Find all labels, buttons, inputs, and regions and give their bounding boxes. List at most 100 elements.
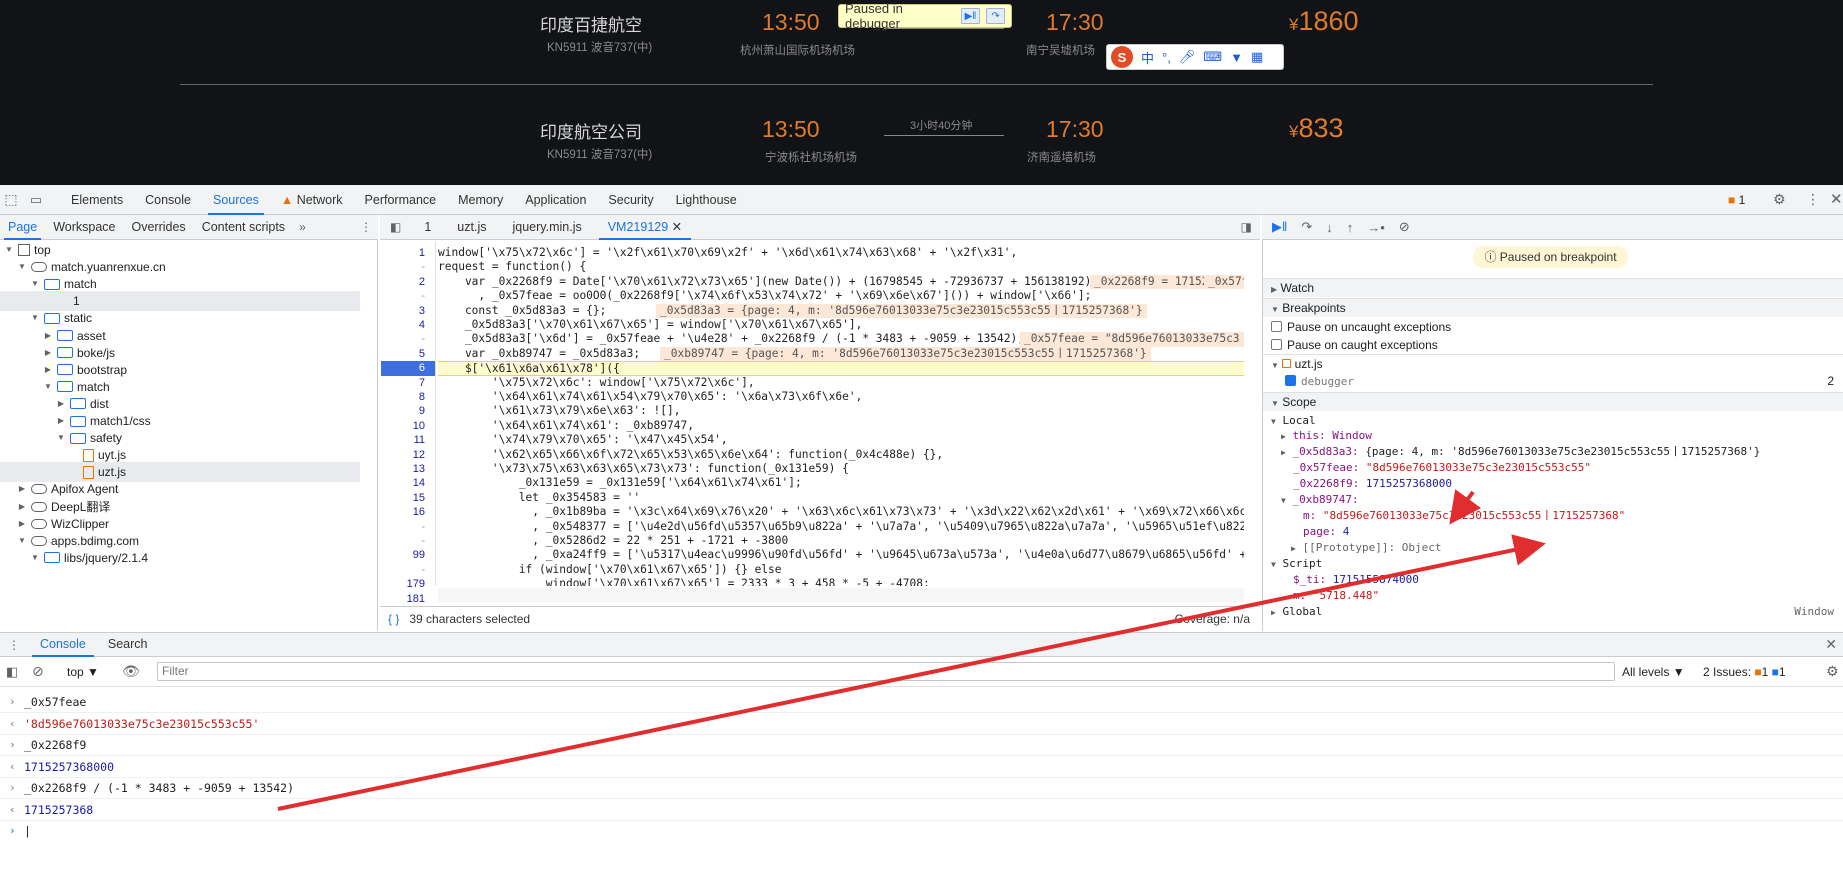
line-number[interactable]: 16 [413, 505, 425, 519]
line-number[interactable]: 99 [413, 548, 425, 562]
nav-tab-overrides[interactable]: Overrides [124, 215, 194, 240]
console-prompt[interactable]: › | [0, 820, 1843, 842]
editor-tab-1[interactable]: 1 [411, 215, 444, 240]
line-number[interactable]: 5 [419, 347, 425, 361]
console-input-row[interactable]: › _0x2268f9 / (-1 * 3483 + -9059 + 13542) [0, 777, 1843, 799]
tab-application[interactable]: Application [514, 185, 597, 215]
scope-global-header[interactable]: ▶ Global Window [1263, 602, 1843, 621]
line-number[interactable]: - [421, 563, 425, 577]
step-over-icon[interactable]: ↷ [1301, 219, 1312, 235]
line-number[interactable]: 12 [413, 448, 425, 462]
checked-checkbox[interactable] [1285, 375, 1296, 386]
console-output-row[interactable]: ‹ 1715257368 [0, 799, 1843, 821]
clear-console-icon[interactable]: ⊘ [32, 663, 44, 680]
nav-tab-page[interactable]: Page [0, 215, 45, 240]
microphone-icon[interactable]: 🎤︎ [1179, 49, 1196, 65]
breakpoint-item[interactable]: debugger 2 [1263, 372, 1843, 391]
live-expression-eye-icon[interactable]: 👁︎ [122, 663, 140, 680]
ime-mode-label[interactable]: 中 [1141, 48, 1154, 67]
nav-tab-content-scripts[interactable]: Content scripts [194, 215, 293, 240]
tab-sources[interactable]: Sources [202, 185, 270, 215]
pause-uncaught-option[interactable]: Pause on uncaught exceptions [1263, 318, 1843, 337]
log-levels-dropdown[interactable]: All levels ▼ [1622, 665, 1685, 679]
drawer-tab-search[interactable]: Search [98, 632, 158, 657]
scope-section-header[interactable]: ▼ Scope [1263, 392, 1843, 411]
issues-counter[interactable]: ■ 1 [1728, 193, 1745, 207]
line-number[interactable]: - [421, 520, 425, 534]
tab-performance[interactable]: Performance [354, 185, 448, 215]
line-number[interactable]: 15 [413, 491, 425, 505]
settings-gear-icon[interactable]: ⚙ [1773, 191, 1786, 208]
nav-tab-workspace[interactable]: Workspace [45, 215, 123, 240]
toggle-debugger-icon[interactable]: ◨ [1241, 220, 1252, 234]
editor-tab-uzt[interactable]: uzt.js [444, 215, 499, 240]
line-number[interactable]: 14 [413, 476, 425, 490]
console-issues-counter[interactable]: 2 Issues: ■1 ■1 [1703, 665, 1786, 679]
horizontal-scrollbar[interactable] [438, 588, 1244, 602]
line-number[interactable]: 181 [407, 592, 425, 606]
more-tabs-chevron-icon[interactable]: » [293, 220, 312, 234]
sidebar-toggle-icon[interactable]: ◧ [6, 664, 18, 680]
navigator-menu-icon[interactable]: ⋮ [360, 220, 372, 234]
breakpoints-section-header[interactable]: ▼ Breakpoints [1263, 298, 1843, 317]
console-output-row[interactable]: ‹ 1715257368000 [0, 756, 1843, 778]
checkbox[interactable] [1271, 321, 1282, 332]
line-number[interactable]: 9 [419, 404, 425, 418]
tab-console[interactable]: Console [134, 185, 202, 215]
console-filter-input[interactable]: Filter [157, 662, 1615, 681]
skin-icon[interactable]: ▼ [1230, 50, 1243, 65]
line-number[interactable]: - [421, 260, 425, 274]
step-into-icon[interactable]: ↓ [1326, 220, 1333, 235]
apps-icon[interactable]: ▦ [1251, 49, 1263, 65]
device-toolbar-icon[interactable]: ▭ [22, 192, 50, 208]
line-number[interactable]: 7 [419, 376, 425, 390]
tab-elements[interactable]: Elements [60, 185, 134, 215]
console-input-row[interactable]: › _0x57feae [0, 691, 1843, 713]
breakpoint-file-row[interactable]: ▼ uzt.js [1263, 354, 1843, 373]
editor-tab-vm[interactable]: VM219129 ✕ [595, 215, 695, 240]
line-number[interactable]: - [421, 289, 425, 303]
toggle-navigator-icon[interactable]: ◧ [380, 220, 411, 234]
inspect-element-icon[interactable]: ⬚ [0, 191, 22, 208]
line-number[interactable]: 1 [419, 246, 425, 260]
line-number[interactable]: 179 [407, 577, 425, 591]
console-settings-gear-icon[interactable]: ⚙ [1826, 663, 1839, 680]
checkbox[interactable] [1271, 339, 1282, 350]
step-over-icon[interactable]: ↷ [986, 8, 1006, 24]
editor-tab-jquery[interactable]: jquery.min.js [499, 215, 594, 240]
line-number[interactable]: 3 [419, 304, 425, 318]
drawer-menu-icon[interactable]: ⋮ [0, 638, 28, 652]
step-icon[interactable]: →• [1367, 220, 1385, 235]
drawer-tab-console[interactable]: Console [28, 632, 98, 657]
console-input-row[interactable]: › _0x2268f9 [0, 734, 1843, 756]
console-output[interactable]: › _0x57feae ‹ '8d596e76013033e75c3e23015c55… [0, 687, 1843, 882]
close-devtools-icon[interactable]: ✕ [1830, 190, 1843, 208]
close-tab-icon[interactable]: ✕ [672, 220, 682, 234]
keyboard-icon[interactable]: ⌨︎ [1203, 49, 1222, 65]
close-drawer-icon[interactable]: ✕ [1825, 636, 1837, 653]
punctuation-icon[interactable]: °, [1162, 50, 1171, 65]
code-editor[interactable]: window['\x75\x72\x6c'] = '\x2f\x61\x70\x… [438, 242, 1244, 586]
tab-memory[interactable]: Memory [447, 185, 514, 215]
ime-toolbar[interactable]: S 中 °, 🎤︎ ⌨︎ ▼ ▦ [1106, 44, 1284, 70]
more-options-icon[interactable]: ⋮ [1806, 191, 1820, 208]
line-number[interactable]: 2 [419, 275, 425, 289]
deactivate-breakpoints-icon[interactable]: ⊘ [1399, 219, 1410, 235]
line-number[interactable]: - [421, 534, 425, 548]
watch-section-header[interactable]: ▶ Watch [1263, 278, 1843, 297]
tab-network[interactable]: ▲ Network [270, 185, 354, 215]
line-number[interactable]: 4 [419, 318, 425, 332]
pause-caught-option[interactable]: Pause on caught exceptions [1263, 336, 1843, 355]
line-number[interactable]: 10 [413, 419, 425, 433]
resume-icon[interactable]: ▶‖ [960, 8, 980, 24]
braces-format-icon[interactable]: { } [388, 612, 399, 626]
resume-icon[interactable]: ▶‖ [1272, 219, 1287, 235]
line-number[interactable]: 11 [414, 433, 425, 447]
step-out-icon[interactable]: ↑ [1347, 220, 1354, 235]
line-number[interactable]: 13 [413, 462, 425, 476]
console-output-row[interactable]: ‹ '8d596e76013033e75c3e23015c553c55' [0, 713, 1843, 735]
context-selector[interactable]: top ▼ [67, 665, 99, 679]
tab-lighthouse[interactable]: Lighthouse [665, 185, 748, 215]
line-number[interactable]: 6 [381, 361, 435, 376]
tab-security[interactable]: Security [597, 185, 664, 215]
